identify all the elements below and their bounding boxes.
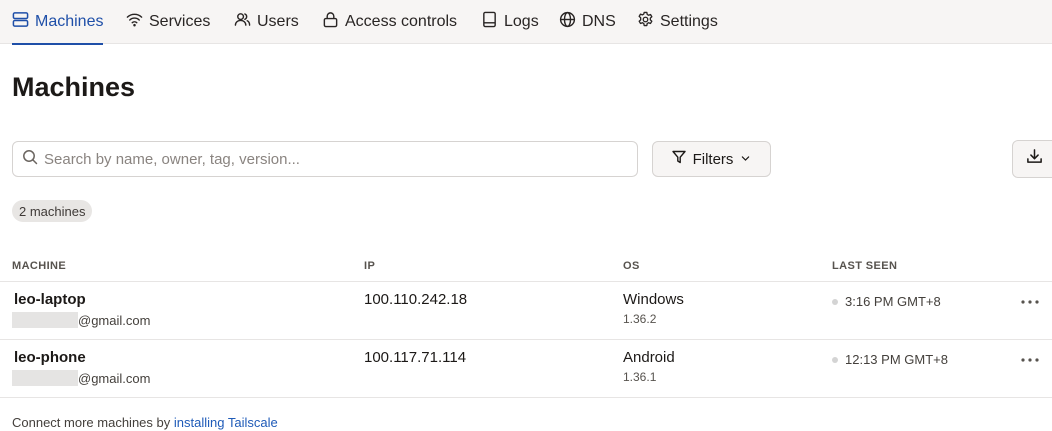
book-icon	[481, 11, 498, 33]
machine-os: Android	[623, 349, 675, 366]
row-menu-button[interactable]	[1019, 352, 1041, 368]
tab-machines[interactable]: Machines	[12, 0, 104, 45]
owner-email-suffix: @gmail.com	[78, 370, 151, 386]
install-tailscale-link[interactable]: installing Tailscale	[174, 415, 278, 430]
tab-logs[interactable]: Logs	[481, 0, 539, 44]
more-horizontal-icon	[1021, 358, 1039, 362]
footer-note: Connect more machines by installing Tail…	[12, 415, 278, 430]
table-row[interactable]: leo-phone @gmail.com 100.117.71.114 Andr…	[0, 339, 1052, 397]
users-icon	[234, 11, 251, 33]
tab-access-controls[interactable]: Access controls	[322, 0, 457, 44]
table-row[interactable]: leo-laptop @gmail.com 100.110.242.18 Win…	[0, 281, 1052, 339]
owner-email-suffix: @gmail.com	[78, 312, 151, 328]
divider	[0, 397, 1052, 398]
machine-owner: @gmail.com	[12, 370, 150, 386]
filter-icon	[671, 150, 686, 168]
filters-label: Filters	[692, 150, 734, 168]
redacted-block	[12, 312, 78, 328]
tab-label: Services	[149, 13, 211, 30]
machine-ip[interactable]: 100.117.71.114	[364, 349, 466, 366]
globe-icon	[559, 11, 576, 33]
export-button[interactable]	[1012, 140, 1052, 178]
search-box[interactable]	[12, 141, 638, 177]
more-horizontal-icon	[1021, 300, 1039, 304]
last-seen: 3:16 PM GMT+8	[832, 294, 941, 309]
page-title: Machines	[12, 72, 136, 102]
filters-button[interactable]: Filters	[652, 141, 771, 177]
column-header-ip: IP	[364, 260, 376, 272]
search-input[interactable]	[44, 150, 624, 168]
wifi-icon	[126, 11, 143, 33]
column-header-machine: MACHINE	[12, 260, 67, 272]
row-menu-button[interactable]	[1019, 294, 1041, 310]
machine-name[interactable]: leo-phone	[14, 349, 86, 366]
gear-icon	[637, 11, 654, 33]
tab-label: Logs	[504, 13, 539, 30]
column-header-os: OS	[623, 260, 640, 272]
chevron-down-icon	[740, 151, 751, 168]
tab-settings[interactable]: Settings	[637, 0, 718, 44]
tab-services[interactable]: Services	[126, 0, 210, 44]
tab-label: Machines	[35, 13, 104, 30]
download-icon	[1026, 148, 1043, 170]
tab-label: Settings	[660, 13, 718, 30]
server-icon	[12, 11, 29, 33]
machine-os: Windows	[623, 291, 684, 308]
tab-users[interactable]: Users	[234, 0, 299, 44]
lock-icon	[322, 11, 339, 33]
machine-name[interactable]: leo-laptop	[14, 291, 86, 308]
search-icon	[22, 149, 38, 170]
top-nav: Machines Services Users Access controls …	[0, 0, 1052, 45]
tab-label: Access controls	[345, 13, 458, 30]
tab-label: DNS	[582, 13, 616, 30]
footer-text: Connect more machines by	[12, 415, 171, 430]
column-header-last-seen: LAST SEEN	[832, 260, 898, 272]
machine-owner: @gmail.com	[12, 312, 150, 328]
last-seen: 12:13 PM GMT+8	[832, 352, 948, 367]
machine-os-version: 1.36.1	[623, 370, 657, 384]
machine-count-badge: 2 machines	[12, 200, 93, 222]
tab-dns[interactable]: DNS	[559, 0, 616, 44]
tab-label: Users	[257, 13, 299, 30]
status-dot-icon	[832, 356, 838, 363]
last-seen-time: 3:16 PM GMT+8	[845, 294, 941, 309]
status-dot-icon	[832, 298, 838, 305]
redacted-block	[12, 370, 78, 386]
machine-ip[interactable]: 100.110.242.18	[364, 291, 467, 308]
machine-os-version: 1.36.2	[623, 312, 657, 326]
last-seen-time: 12:13 PM GMT+8	[845, 352, 948, 367]
